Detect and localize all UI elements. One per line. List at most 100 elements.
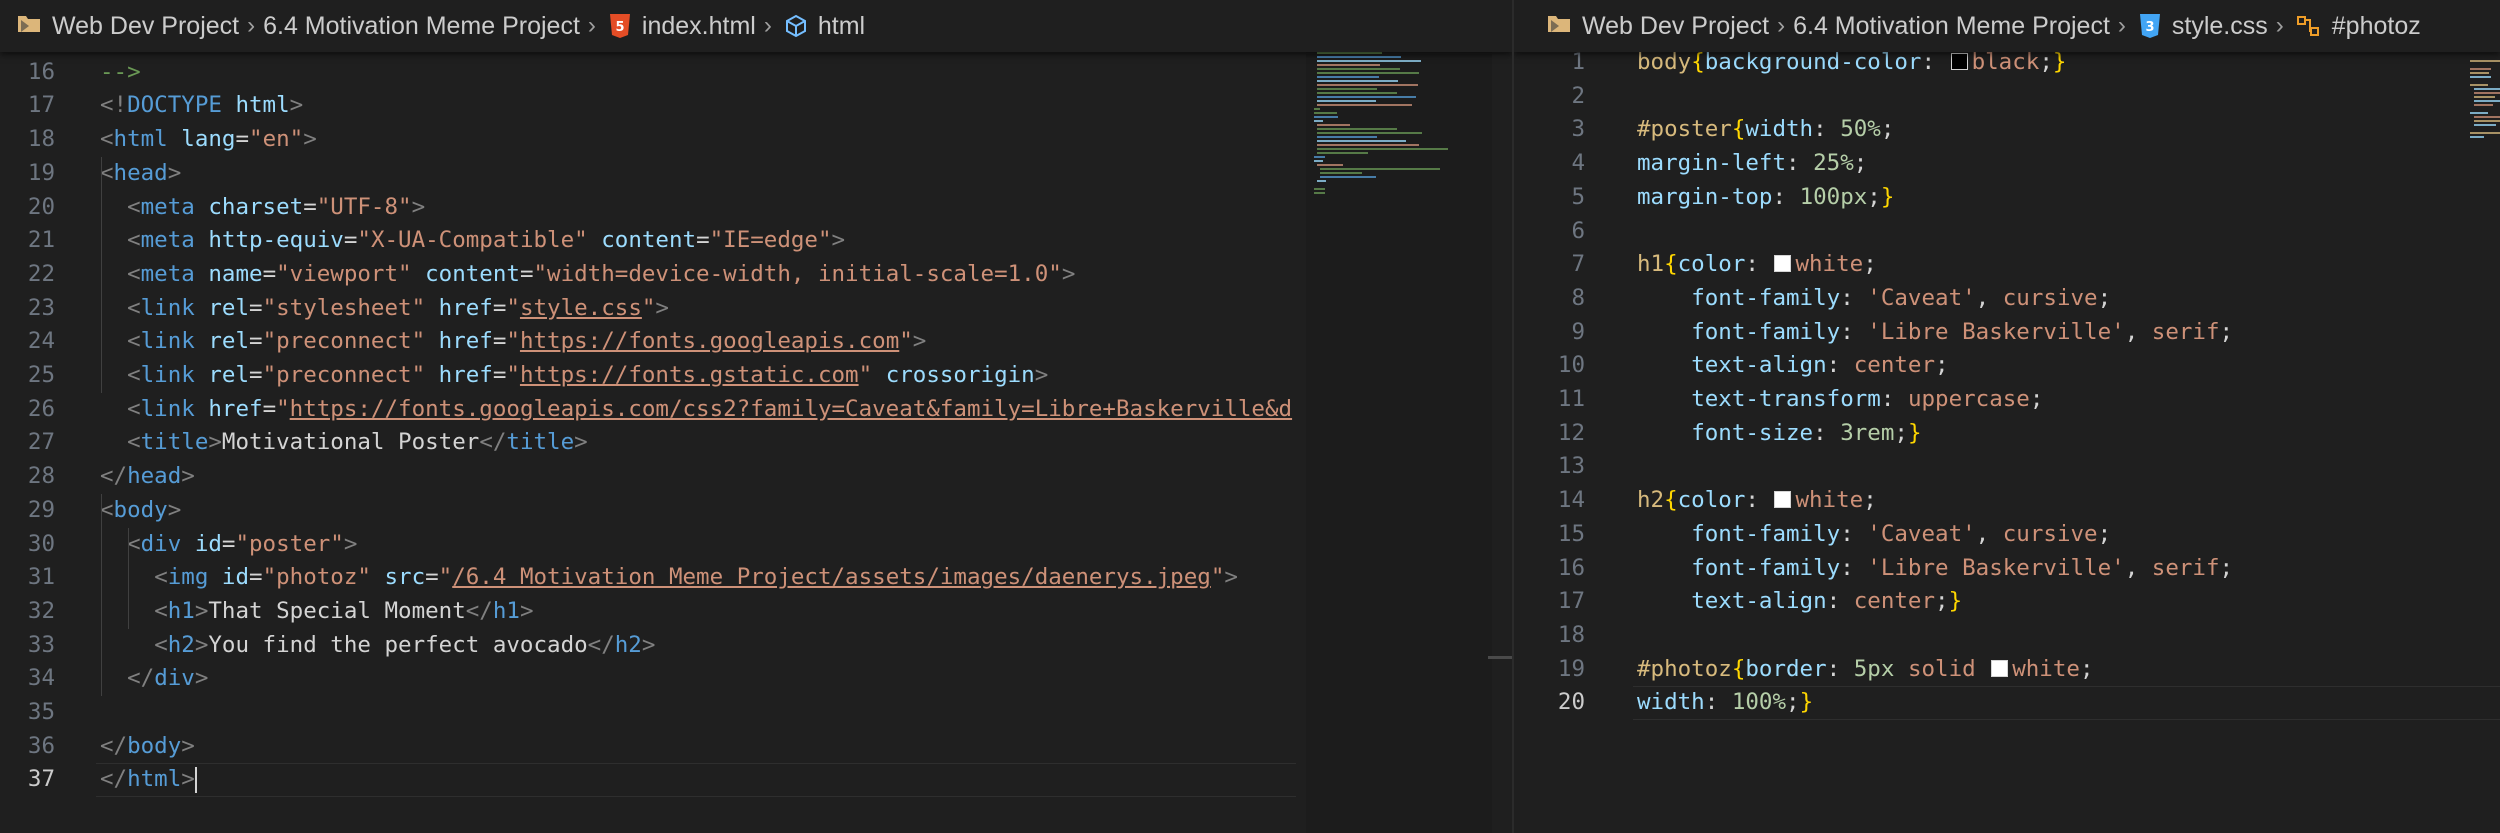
- breadcrumb: Web Dev Project › 6.4 Motivation Meme Pr…: [0, 0, 1512, 52]
- chevron-right-icon: ›: [2117, 12, 2126, 39]
- code-text: <link rel="preconnect" href="https://fon…: [127, 328, 927, 355]
- code-text: <img id="photoz" src="/6.4 Motivation Me…: [154, 564, 1238, 591]
- line-number: 35: [27, 699, 55, 725]
- code-line[interactable]: 16 -->: [0, 56, 1300, 90]
- code-line[interactable]: 5 margin-top: 100px;}: [1514, 181, 2500, 215]
- code-line[interactable]: 22 <meta name="viewport" content="width=…: [0, 258, 1300, 292]
- minimap-line: [1314, 116, 1338, 118]
- code-line[interactable]: 27 <title>Motivational Poster</title>: [0, 426, 1300, 460]
- code-text: <h2>You find the perfect avocado</h2>: [154, 631, 656, 658]
- line-number: 19: [1557, 655, 1585, 682]
- breadcrumb-file[interactable]: index.html: [642, 12, 756, 41]
- code-line[interactable]: 9 font-family: 'Libre Baskerville', seri…: [1514, 316, 2500, 350]
- color-swatch[interactable]: [1950, 53, 1968, 70]
- minimap-line: [1314, 192, 1325, 194]
- code-line[interactable]: 11 text-transform: uppercase;: [1514, 383, 2500, 417]
- breadcrumb-file[interactable]: style.css: [2172, 12, 2268, 41]
- code-text: <link href="https://fonts.googleapis.com…: [127, 395, 1293, 422]
- code-line[interactable]: 23 <link rel="stylesheet" href="style.cs…: [0, 292, 1300, 326]
- minimap-line: [1314, 120, 1323, 122]
- scrollbar-thumb[interactable]: [1488, 656, 1512, 659]
- code-line[interactable]: 6: [1514, 215, 2500, 249]
- code-line[interactable]: 32 <h1>That Special Moment</h1>: [0, 595, 1300, 629]
- color-swatch[interactable]: [1991, 659, 2009, 677]
- minimap-line: [1314, 188, 1325, 190]
- svg-text:5: 5: [615, 20, 624, 35]
- css-editor-pane[interactable]: Web Dev Project › 6.4 Motivation Meme Pr…: [1514, 0, 2500, 833]
- code-line[interactable]: 20 width: 100%;}: [1514, 686, 2500, 720]
- code-line[interactable]: 17 text-align: center;}: [1514, 585, 2500, 619]
- code-text: <title>Motivational Poster</title>: [127, 429, 588, 456]
- indent-guide: [101, 493, 102, 696]
- minimap-line: [1317, 60, 1421, 62]
- current-line-highlight: [96, 763, 1296, 798]
- code-line[interactable]: 31 <img id="photoz" src="/6.4 Motivation…: [0, 561, 1300, 595]
- line-number: 11: [1557, 386, 1585, 412]
- code-line[interactable]: 20 <meta charset="UTF-8">: [0, 191, 1300, 225]
- code-line[interactable]: 34 </div>: [0, 662, 1300, 696]
- line-number: 20: [27, 193, 55, 220]
- code-line[interactable]: 18 <html lang="en">: [0, 123, 1300, 157]
- code-line[interactable]: 35: [0, 696, 1300, 730]
- code-line[interactable]: 28 </head>: [0, 460, 1300, 494]
- code-line[interactable]: 7 h1{color: white;: [1514, 248, 2500, 282]
- code-line[interactable]: 25 <link rel="preconnect" href="https://…: [0, 359, 1300, 393]
- breadcrumb-project[interactable]: Web Dev Project: [1582, 12, 1769, 41]
- line-number: 17: [1557, 588, 1585, 615]
- color-swatch[interactable]: [1774, 491, 1792, 509]
- line-number: 8: [1571, 284, 1585, 311]
- code-line[interactable]: 14 h2{color: white;: [1514, 484, 2500, 518]
- code-line[interactable]: 37 </html>: [0, 763, 1300, 798]
- code-line[interactable]: 17 <!DOCTYPE html>: [0, 89, 1300, 123]
- code-line[interactable]: 4 margin-left: 25%;: [1514, 147, 2500, 181]
- code-line[interactable]: 8 font-family: 'Caveat', cursive;: [1514, 282, 2500, 316]
- code-line[interactable]: 29 <body>: [0, 494, 1300, 528]
- code-text: <meta charset="UTF-8">: [127, 193, 426, 220]
- minimap-line: [1314, 112, 1337, 114]
- html-editor-pane[interactable]: Web Dev Project › 6.4 Motivation Meme Pr…: [0, 0, 1512, 833]
- line-number: 15: [1557, 520, 1585, 547]
- minimap-line: [1317, 136, 1377, 138]
- line-number: 33: [27, 631, 55, 658]
- code-line[interactable]: 3 #poster{width: 50%;: [1514, 113, 2500, 147]
- code-line[interactable]: 19 <head>: [0, 157, 1300, 191]
- code-line[interactable]: 16 font-family: 'Libre Baskerville', ser…: [1514, 552, 2500, 586]
- code-text: h2{color: white;: [1637, 487, 1877, 514]
- code-line[interactable]: 26 <link href="https://fonts.googleapis.…: [0, 393, 1300, 427]
- line-number: 3: [1571, 116, 1585, 143]
- color-swatch[interactable]: [1774, 255, 1792, 273]
- code-line[interactable]: 19 #photoz{border: 5px solid white;: [1514, 653, 2500, 687]
- breadcrumb-project[interactable]: Web Dev Project: [52, 12, 239, 41]
- line-number: 7: [1571, 251, 1585, 278]
- code-line[interactable]: 18: [1514, 619, 2500, 653]
- code-line[interactable]: 10 text-align: center;: [1514, 349, 2500, 383]
- breadcrumb-folder[interactable]: 6.4 Motivation Meme Project: [263, 12, 580, 41]
- code-line[interactable]: 30 <div id="poster">: [0, 528, 1300, 562]
- minimap-line: [1317, 132, 1422, 134]
- indent-guide: [128, 527, 129, 629]
- minimap-line: [1317, 128, 1397, 130]
- line-number: 13: [1557, 453, 1585, 480]
- minimap-line: [1317, 180, 1326, 182]
- selector-icon: [2296, 14, 2322, 38]
- minimap-line: [1314, 156, 1325, 158]
- code-line[interactable]: 2: [1514, 80, 2500, 114]
- code-line[interactable]: 12 font-size: 3rem;}: [1514, 417, 2500, 451]
- code-line[interactable]: 24 <link rel="preconnect" href="https://…: [0, 325, 1300, 359]
- breadcrumb-symbol[interactable]: html: [818, 12, 865, 41]
- code-line[interactable]: 21 <meta http-equiv="X-UA-Compatible" co…: [0, 224, 1300, 258]
- code-line[interactable]: 15 font-family: 'Caveat', cursive;: [1514, 518, 2500, 552]
- code-line[interactable]: 13: [1514, 450, 2500, 484]
- code-text: margin-top: 100px;}: [1637, 183, 1895, 210]
- line-number: 34: [27, 665, 55, 692]
- minimap[interactable]: [1306, 0, 1492, 833]
- breadcrumb-symbol[interactable]: #photoz: [2332, 12, 2421, 41]
- code-line[interactable]: 33 <h2>You find the perfect avocado</h2>: [0, 629, 1300, 663]
- minimap-line: [1317, 140, 1406, 142]
- line-number: 21: [27, 227, 55, 254]
- code-line[interactable]: 36 </body>: [0, 730, 1300, 764]
- minimap-line: [1317, 88, 1377, 90]
- breadcrumb-folder[interactable]: 6.4 Motivation Meme Project: [1793, 12, 2110, 41]
- minimap-line: [1317, 64, 1380, 66]
- indent-guide: [101, 156, 102, 393]
